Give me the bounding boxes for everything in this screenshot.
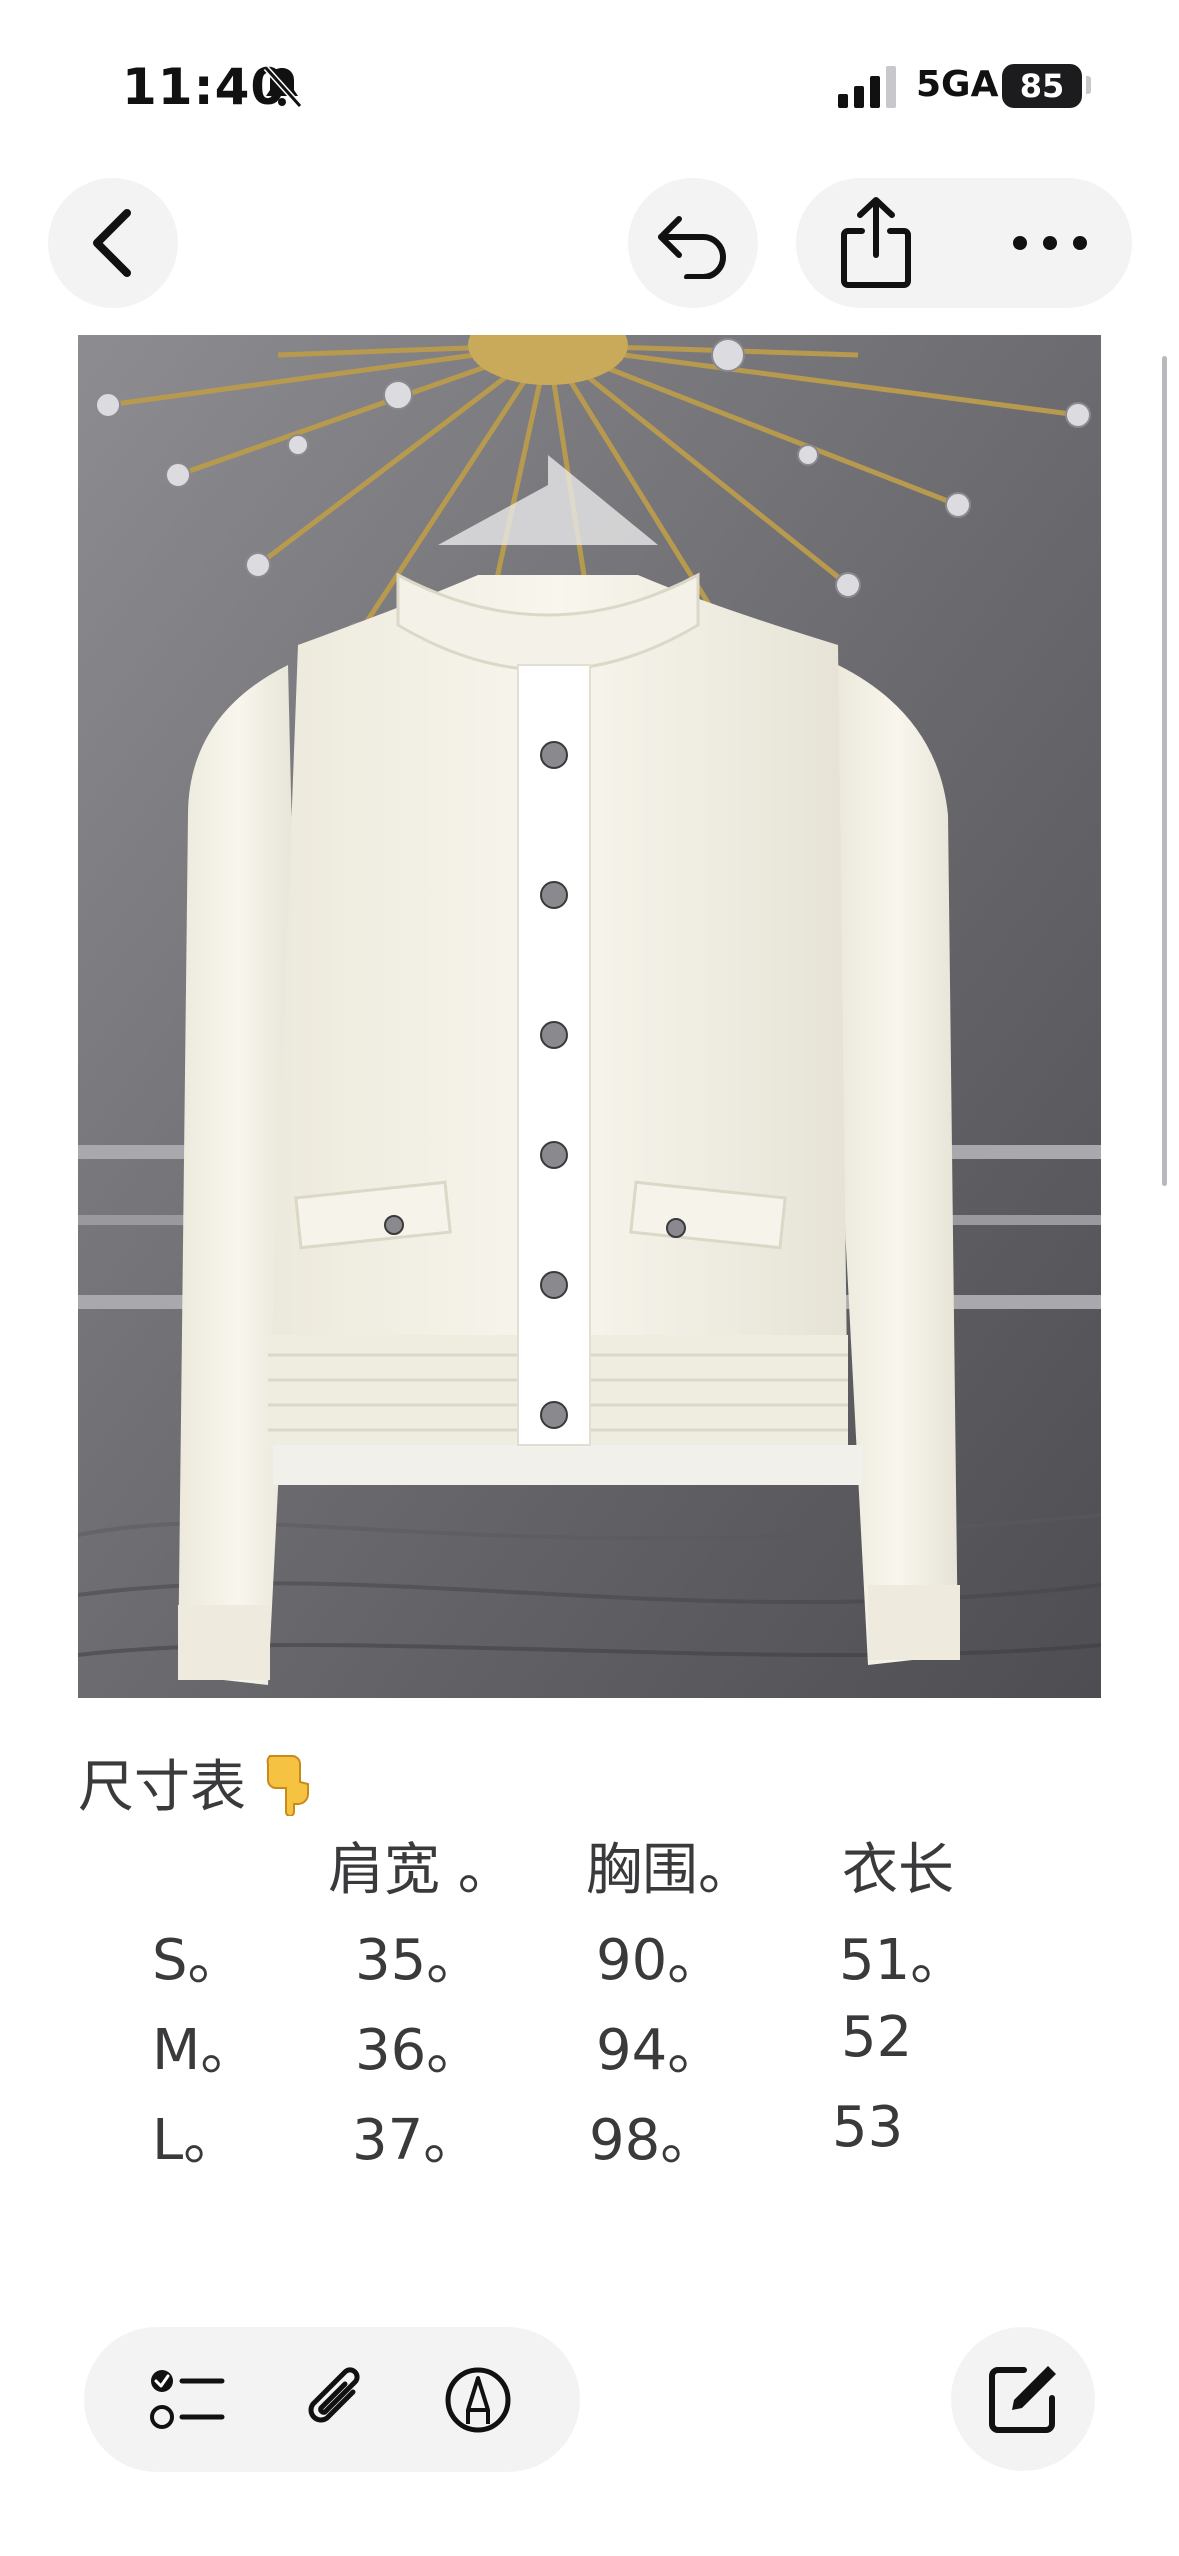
cellular-signal-icon bbox=[838, 66, 896, 108]
markup-pen-icon bbox=[445, 2367, 511, 2432]
undo-button[interactable] bbox=[628, 178, 758, 308]
size-label: S。 bbox=[152, 1928, 244, 1993]
bell-slash-icon bbox=[263, 65, 303, 109]
bottom-toolbar bbox=[84, 2327, 580, 2472]
length-value: 52 bbox=[841, 2005, 913, 2070]
chevron-left-icon bbox=[93, 209, 131, 277]
checklist-icon bbox=[149, 2369, 225, 2429]
table-row: M。 36。 94。 52 bbox=[78, 2005, 1101, 2095]
battery-indicator: 85 bbox=[1002, 64, 1082, 108]
battery-cap bbox=[1086, 76, 1091, 94]
size-table: 肩宽 。 胸围。 衣长 S。 35。 90。 51。 M。 36。 94。 52… bbox=[78, 1825, 1101, 2185]
attachment-button[interactable] bbox=[301, 2362, 367, 2438]
header-length: 衣长 bbox=[842, 1838, 954, 1903]
size-label: M。 bbox=[152, 2018, 257, 2083]
table-row: S。 35。 90。 51。 bbox=[78, 1915, 1101, 2005]
markup-button[interactable] bbox=[442, 2364, 514, 2436]
size-chart-heading: 尺寸表 bbox=[78, 1742, 316, 1823]
chest-value: 98。 bbox=[589, 2108, 717, 2173]
shoulder-value: 35。 bbox=[355, 1928, 483, 1993]
shoulder-value: 36。 bbox=[355, 2018, 483, 2083]
checklist-button[interactable] bbox=[149, 2367, 226, 2433]
network-type: 5GA bbox=[916, 64, 999, 105]
share-button[interactable] bbox=[838, 195, 914, 291]
back-button[interactable] bbox=[48, 178, 178, 308]
chest-value: 94。 bbox=[596, 2018, 724, 2083]
shoulder-value: 37。 bbox=[352, 2108, 480, 2173]
paperclip-icon bbox=[308, 2366, 360, 2422]
action-group bbox=[796, 178, 1132, 308]
pointing-down-emoji-icon bbox=[266, 1754, 309, 1816]
product-photo[interactable] bbox=[78, 335, 1101, 1698]
length-value: 53 bbox=[832, 2095, 904, 2160]
status-bar: 11:40 5GA 85 bbox=[0, 0, 1179, 160]
header-chest: 胸围。 bbox=[586, 1838, 754, 1903]
size-label: L。 bbox=[152, 2108, 240, 2173]
table-row: L。 37。 98。 53 bbox=[78, 2095, 1101, 2185]
scrollbar[interactable] bbox=[1162, 356, 1167, 1186]
compose-button[interactable] bbox=[951, 2327, 1095, 2471]
size-chart-title: 尺寸表 bbox=[78, 1755, 246, 1820]
compose-icon bbox=[989, 2366, 1056, 2433]
header-shoulder: 肩宽 。 bbox=[328, 1838, 514, 1903]
undo-icon bbox=[658, 216, 726, 279]
length-value: 51。 bbox=[839, 1928, 967, 1993]
more-icon bbox=[1013, 236, 1087, 250]
share-icon bbox=[841, 197, 911, 288]
chest-value: 90。 bbox=[596, 1928, 724, 1993]
table-header-row: 肩宽 。 胸围。 衣长 bbox=[78, 1825, 1101, 1915]
more-button[interactable] bbox=[1010, 233, 1090, 253]
